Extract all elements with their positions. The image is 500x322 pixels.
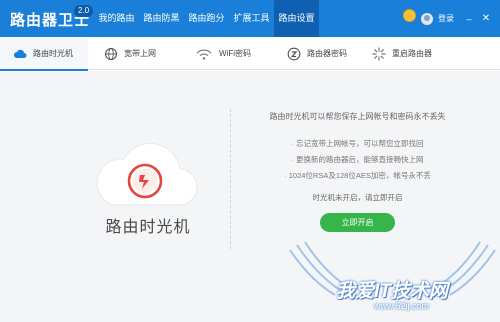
enable-now-button[interactable]: 立即开启 — [320, 213, 395, 232]
title-bar: 路由器卫士 2.0 我的路由 路由防黑 路由跑分 扩展工具 路由设置 登录 – … — [0, 0, 500, 37]
watermark-text: 我爱IT技术网 — [336, 281, 448, 302]
nav-benchmark[interactable]: 路由跑分 — [184, 0, 229, 37]
tab-router-password[interactable]: 路由器密码 — [287, 37, 367, 70]
minimize-button[interactable]: – — [463, 13, 475, 25]
login-link[interactable]: 登录 — [438, 13, 454, 24]
tab-time-machine[interactable]: 路由时光机 — [0, 37, 88, 71]
feature-list: · 忘记宽带上网帐号，可以帮您立即找回 · 更换新的路由器后，能够直接畅快上网 … — [230, 136, 485, 184]
time-machine-cloud-icon — [90, 131, 200, 211]
tab-broadband[interactable]: 宽带上网 — [104, 37, 184, 70]
tab-label: 路由器密码 — [307, 49, 347, 58]
version-badge: 2.0 — [74, 5, 94, 17]
watermark-url: www.52ij.com — [374, 301, 430, 311]
window-controls: 登录 – ✕ — [403, 0, 492, 37]
tab-label: WiFi密码 — [219, 49, 251, 58]
info-section: 路由时光机可以帮您保存上网帐号和密码永不丢失 · 忘记宽带上网帐号，可以帮您立即… — [230, 111, 485, 232]
list-item: · 1024位RSA及128位AES加密，帐号永不丢 — [284, 171, 431, 180]
tab-label: 重启路由器 — [392, 49, 432, 58]
globe-icon — [104, 47, 118, 61]
list-item: · 更换新的路由器后，能够直接畅快上网 — [291, 155, 424, 164]
status-text: 时光机未开启，请立即开启 — [312, 193, 403, 202]
settings-tabs: 路由时光机 宽带上网 WiFi密码 路由器密码 重启路由器 — [0, 37, 500, 71]
medal-icon[interactable] — [403, 9, 416, 22]
nav-settings[interactable]: 路由设置 — [274, 0, 319, 37]
cloud-icon — [13, 47, 27, 61]
key-icon — [287, 47, 301, 61]
tab-reboot-router[interactable]: 重启路由器 — [372, 37, 462, 70]
hero-title: 路由时光机 — [105, 219, 191, 236]
nav-anti-hack[interactable]: 路由防黑 — [139, 0, 184, 37]
close-button[interactable]: ✕ — [480, 13, 492, 25]
tab-label: 路由时光机 — [33, 49, 73, 58]
tab-wifi-password[interactable]: WiFi密码 — [195, 37, 275, 70]
restart-icon — [372, 46, 386, 61]
intro-text: 路由时光机可以帮您保存上网帐号和密码永不丢失 — [269, 112, 446, 121]
nav-my-router[interactable]: 我的路由 — [94, 0, 139, 37]
avatar[interactable] — [421, 12, 433, 25]
list-item: · 忘记宽带上网帐号，可以帮您立即找回 — [291, 139, 424, 148]
nav-tools[interactable]: 扩展工具 — [229, 0, 274, 37]
wifi-icon — [195, 47, 213, 61]
tab-label: 宽带上网 — [124, 49, 156, 58]
main-nav: 我的路由 路由防黑 路由跑分 扩展工具 路由设置 — [94, 0, 319, 37]
